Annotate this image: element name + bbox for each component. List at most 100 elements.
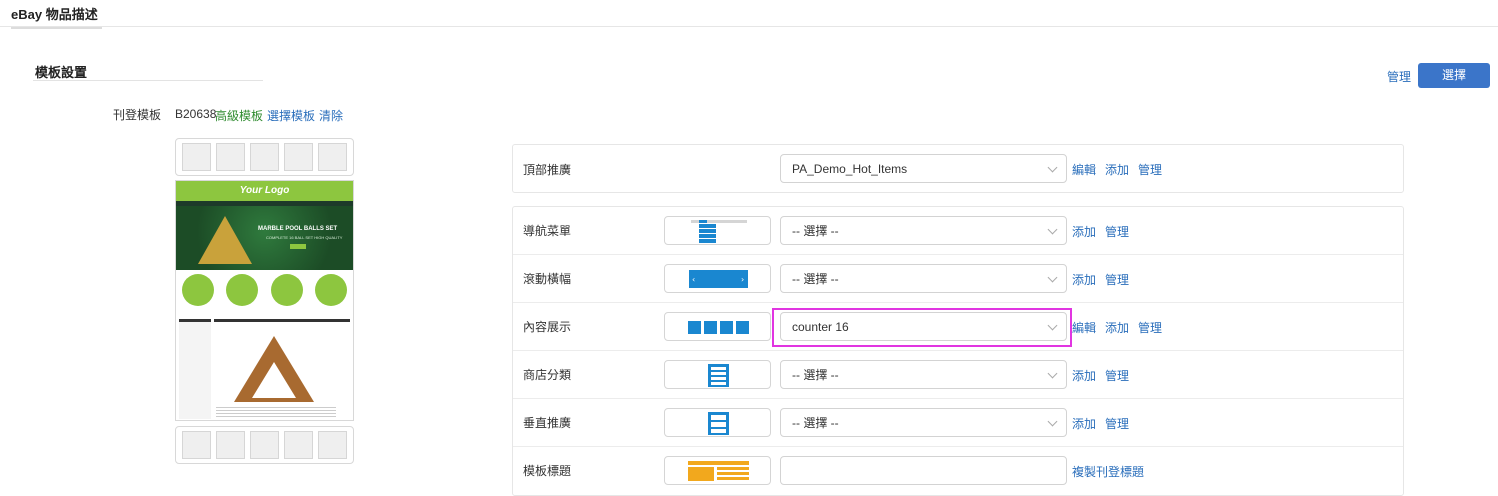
row-label: 垂直推廣: [523, 416, 572, 430]
copy-listing-title-link[interactable]: 複製刊登標題: [1072, 463, 1144, 480]
thumbnail-strip-bottom: [175, 426, 354, 464]
module-row: 滾動橫幅 ‹ › -- 選擇 -- 添加 管理: [513, 255, 1403, 303]
row-actions: 複製刊登標題: [1072, 463, 1144, 480]
add-link[interactable]: 添加: [1105, 161, 1129, 178]
section-title: 模板設置: [35, 65, 88, 80]
preview-category-image: [182, 274, 215, 306]
module-row: 內容展示 counter 16 編輯 添加 管理: [513, 303, 1403, 351]
chevron-down-icon: [1047, 416, 1058, 427]
top-promo-select[interactable]: PA_Demo_Hot_Items: [780, 154, 1067, 183]
thumbnail-slot[interactable]: [250, 431, 279, 459]
chevron-down-icon: [1047, 162, 1058, 173]
vertical-promo-icon: [664, 408, 771, 437]
template-label: 刊登模板: [113, 108, 162, 122]
module-row: 導航菜單 -- 選擇 -- 添加 管理: [513, 207, 1403, 255]
chevron-down-icon: [1047, 368, 1058, 379]
select-value: -- 選擇 --: [792, 224, 839, 238]
svg-text:‹: ‹: [692, 275, 695, 284]
row-actions: 添加 管理: [1072, 415, 1129, 432]
content-grid-icon: [664, 312, 771, 341]
add-link[interactable]: 添加: [1072, 415, 1096, 432]
thumbnail-slot[interactable]: [182, 143, 211, 171]
module-row: 商店分類 -- 選擇 -- 添加 管理: [513, 351, 1403, 399]
add-link[interactable]: 添加: [1072, 271, 1096, 288]
select-value: PA_Demo_Hot_Items: [792, 162, 908, 176]
page-header: eBay 物品描述: [0, 0, 1498, 29]
select-button[interactable]: 選擇: [1418, 63, 1490, 88]
modules-panel: 導航菜單 -- 選擇 -- 添加 管理 滾動橫幅 ‹ › -- 選擇 -- 添加…: [512, 206, 1404, 496]
advanced-template-badge: 高級模板: [215, 109, 264, 123]
select-value: -- 選擇 --: [792, 416, 839, 430]
chevron-down-icon: [1047, 224, 1058, 235]
edit-link[interactable]: 編輯: [1072, 319, 1096, 336]
thumbnail-slot[interactable]: [216, 143, 245, 171]
row-label: 滾動橫幅: [523, 272, 572, 286]
thumbnail-slot[interactable]: [284, 431, 313, 459]
thumbnail-slot[interactable]: [318, 431, 347, 459]
svg-text:›: ›: [741, 275, 744, 284]
content-display-select[interactable]: counter 16: [780, 312, 1067, 341]
preview-categories: [176, 270, 353, 315]
preview-banner: MARBLE POOL BALLS SET COMPLETE 16 BALL S…: [176, 206, 353, 270]
chevron-down-icon: [1047, 272, 1058, 283]
thumbnail-slot[interactable]: [250, 143, 279, 171]
row-label: 商店分類: [523, 368, 572, 382]
choose-template-link[interactable]: 選擇模板: [267, 107, 315, 124]
edit-link[interactable]: 編輯: [1072, 161, 1096, 178]
pool-balls-image: [198, 216, 252, 264]
thumbnail-strip-top: [175, 138, 354, 176]
page-title: eBay 物品描述: [11, 4, 102, 29]
thumbnail-slot[interactable]: [284, 143, 313, 171]
template-code: B20638: [175, 107, 217, 121]
manage-link[interactable]: 管理: [1105, 367, 1129, 384]
add-link[interactable]: 添加: [1072, 223, 1096, 240]
row-actions: 添加 管理: [1072, 271, 1129, 288]
thumbnail-slot[interactable]: [318, 143, 347, 171]
row-label: 內容展示: [523, 320, 572, 334]
preview-category-image: [226, 274, 259, 306]
template-preview: Your Logo MARBLE POOL BALLS SET COMPLETE…: [175, 180, 354, 421]
preview-banner-subtitle: COMPLETE 16 BALL SET HIGH QUALITY: [266, 235, 343, 240]
store-category-select[interactable]: -- 選擇 --: [780, 360, 1067, 389]
chevron-down-icon: [1047, 320, 1058, 331]
preview-category-image: [314, 274, 347, 306]
row-label: 導航菜單: [523, 224, 572, 238]
template-title-icon: [664, 456, 771, 485]
row-actions: 添加 管理: [1072, 367, 1129, 384]
template-title-input[interactable]: [780, 456, 1067, 485]
nav-menu-select[interactable]: -- 選擇 --: [780, 216, 1067, 245]
module-row: 垂直推廣 -- 選擇 -- 添加 管理: [513, 399, 1403, 447]
select-value: -- 選擇 --: [792, 368, 839, 382]
top-promo-panel: 頂部推廣 PA_Demo_Hot_Items 編輯 添加 管理: [512, 144, 1404, 193]
preview-body: [176, 315, 353, 420]
row-actions: 編輯 添加 管理: [1072, 161, 1162, 178]
add-link[interactable]: 添加: [1072, 367, 1096, 384]
thumbnail-slot[interactable]: [216, 431, 245, 459]
manage-link[interactable]: 管理: [1105, 223, 1129, 240]
row-actions: 編輯 添加 管理: [1072, 319, 1162, 336]
preview-logo: Your Logo: [176, 181, 353, 201]
module-row: 模板標題 複製刊登標題: [513, 447, 1403, 495]
manage-link[interactable]: 管理: [1138, 319, 1162, 336]
slider-banner-icon: ‹ ›: [664, 264, 771, 293]
manage-link[interactable]: 管理: [1387, 68, 1411, 85]
clear-template-link[interactable]: 清除: [319, 107, 343, 124]
preview-banner-title: MARBLE POOL BALLS SET: [258, 226, 338, 232]
slider-banner-select[interactable]: -- 選擇 --: [780, 264, 1067, 293]
manage-link[interactable]: 管理: [1138, 161, 1162, 178]
manage-link[interactable]: 管理: [1105, 271, 1129, 288]
nav-menu-icon: [664, 216, 771, 245]
store-category-icon: [664, 360, 771, 389]
row-label: 頂部推廣: [523, 163, 572, 177]
section-divider: [33, 80, 263, 81]
thumbnail-slot[interactable]: [182, 431, 211, 459]
row-actions: 添加 管理: [1072, 223, 1129, 240]
preview-product: [214, 319, 350, 419]
select-value: -- 選擇 --: [792, 272, 839, 286]
select-value: counter 16: [792, 320, 849, 334]
add-link[interactable]: 添加: [1105, 319, 1129, 336]
top-promo-row: 頂部推廣 PA_Demo_Hot_Items 編輯 添加 管理: [513, 145, 1403, 193]
preview-category-image: [270, 274, 303, 306]
vertical-promo-select[interactable]: -- 選擇 --: [780, 408, 1067, 437]
manage-link[interactable]: 管理: [1105, 415, 1129, 432]
